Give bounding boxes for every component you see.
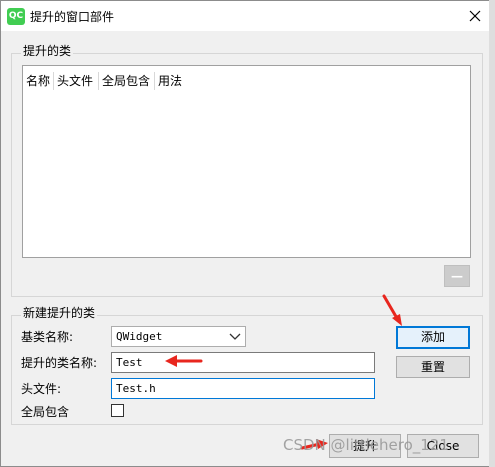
column-header-header-file[interactable]: 头文件 bbox=[57, 72, 93, 90]
title-bar: QC 提升的窗口部件 bbox=[1, 1, 494, 31]
header-file-input[interactable]: Test.h bbox=[111, 378, 375, 399]
class-name-label: 提升的类名称: bbox=[21, 356, 98, 370]
column-separator bbox=[98, 72, 99, 90]
base-class-select[interactable]: QWidget bbox=[111, 326, 246, 347]
header-file-label: 头文件: bbox=[21, 382, 62, 396]
column-header-global-include[interactable]: 全局包含 bbox=[102, 72, 150, 90]
background-window-edge bbox=[489, 0, 495, 467]
chevron-down-icon bbox=[229, 333, 241, 340]
reset-button[interactable]: 重置 bbox=[396, 356, 470, 378]
column-separator bbox=[53, 72, 54, 90]
promoted-classes-title: 提升的类 bbox=[21, 42, 74, 59]
promoted-widgets-dialog: QC 提升的窗口部件 提升的类 名称 头文件 全局包含 用法 — 新建提升的类 … bbox=[0, 0, 495, 467]
annotation-arrow-icon bbox=[165, 355, 203, 367]
column-separator bbox=[154, 72, 155, 90]
add-button-label: 添加 bbox=[420, 330, 445, 344]
global-include-checkbox[interactable] bbox=[111, 404, 124, 417]
remove-class-button[interactable]: — bbox=[444, 265, 470, 287]
window-title: 提升的窗口部件 bbox=[30, 10, 115, 24]
reset-button-label: 重置 bbox=[420, 360, 445, 374]
promoted-classes-table[interactable]: 名称 头文件 全局包含 用法 bbox=[22, 65, 471, 258]
base-class-value: QWidget bbox=[116, 330, 163, 343]
column-header-usage[interactable]: 用法 bbox=[158, 72, 182, 90]
new-promoted-class-title: 新建提升的类 bbox=[21, 304, 98, 321]
annotation-arrow-icon bbox=[382, 294, 402, 326]
global-include-label: 全局包含 bbox=[21, 405, 70, 419]
qt-app-icon: QC bbox=[7, 8, 25, 25]
close-window-button[interactable] bbox=[461, 5, 489, 27]
csdn-watermark: CSDN @littlehero_121 bbox=[283, 436, 449, 454]
close-icon bbox=[469, 10, 481, 22]
minus-icon: — bbox=[451, 269, 463, 283]
column-header-name[interactable]: 名称 bbox=[26, 72, 50, 90]
class-name-input[interactable]: Test bbox=[111, 352, 375, 373]
add-button[interactable]: 添加 bbox=[396, 326, 470, 349]
base-class-label: 基类名称: bbox=[21, 330, 74, 344]
